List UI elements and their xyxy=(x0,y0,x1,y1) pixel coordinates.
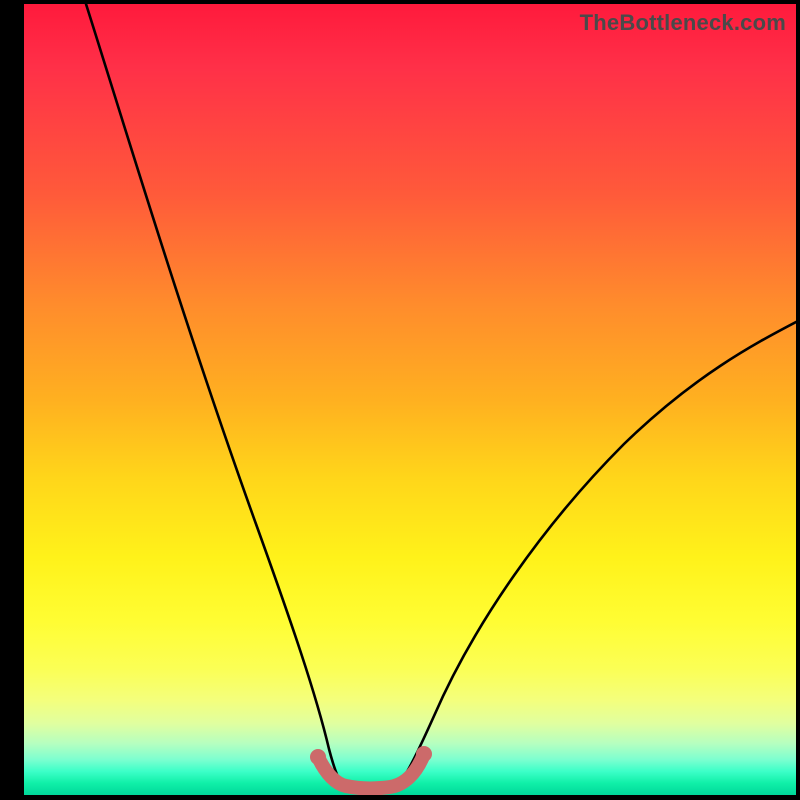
watermark-text: TheBottleneck.com xyxy=(580,10,786,36)
chart-frame: TheBottleneck.com xyxy=(0,0,800,800)
curve-right-arm xyxy=(398,322,796,785)
bottom-marker xyxy=(318,754,424,788)
bottom-marker-dot-left xyxy=(310,749,326,765)
plot-area: TheBottleneck.com xyxy=(24,4,796,795)
bottom-marker-dot-right xyxy=(416,746,432,762)
curve-layer xyxy=(24,4,796,795)
curve-left-arm xyxy=(86,4,343,785)
